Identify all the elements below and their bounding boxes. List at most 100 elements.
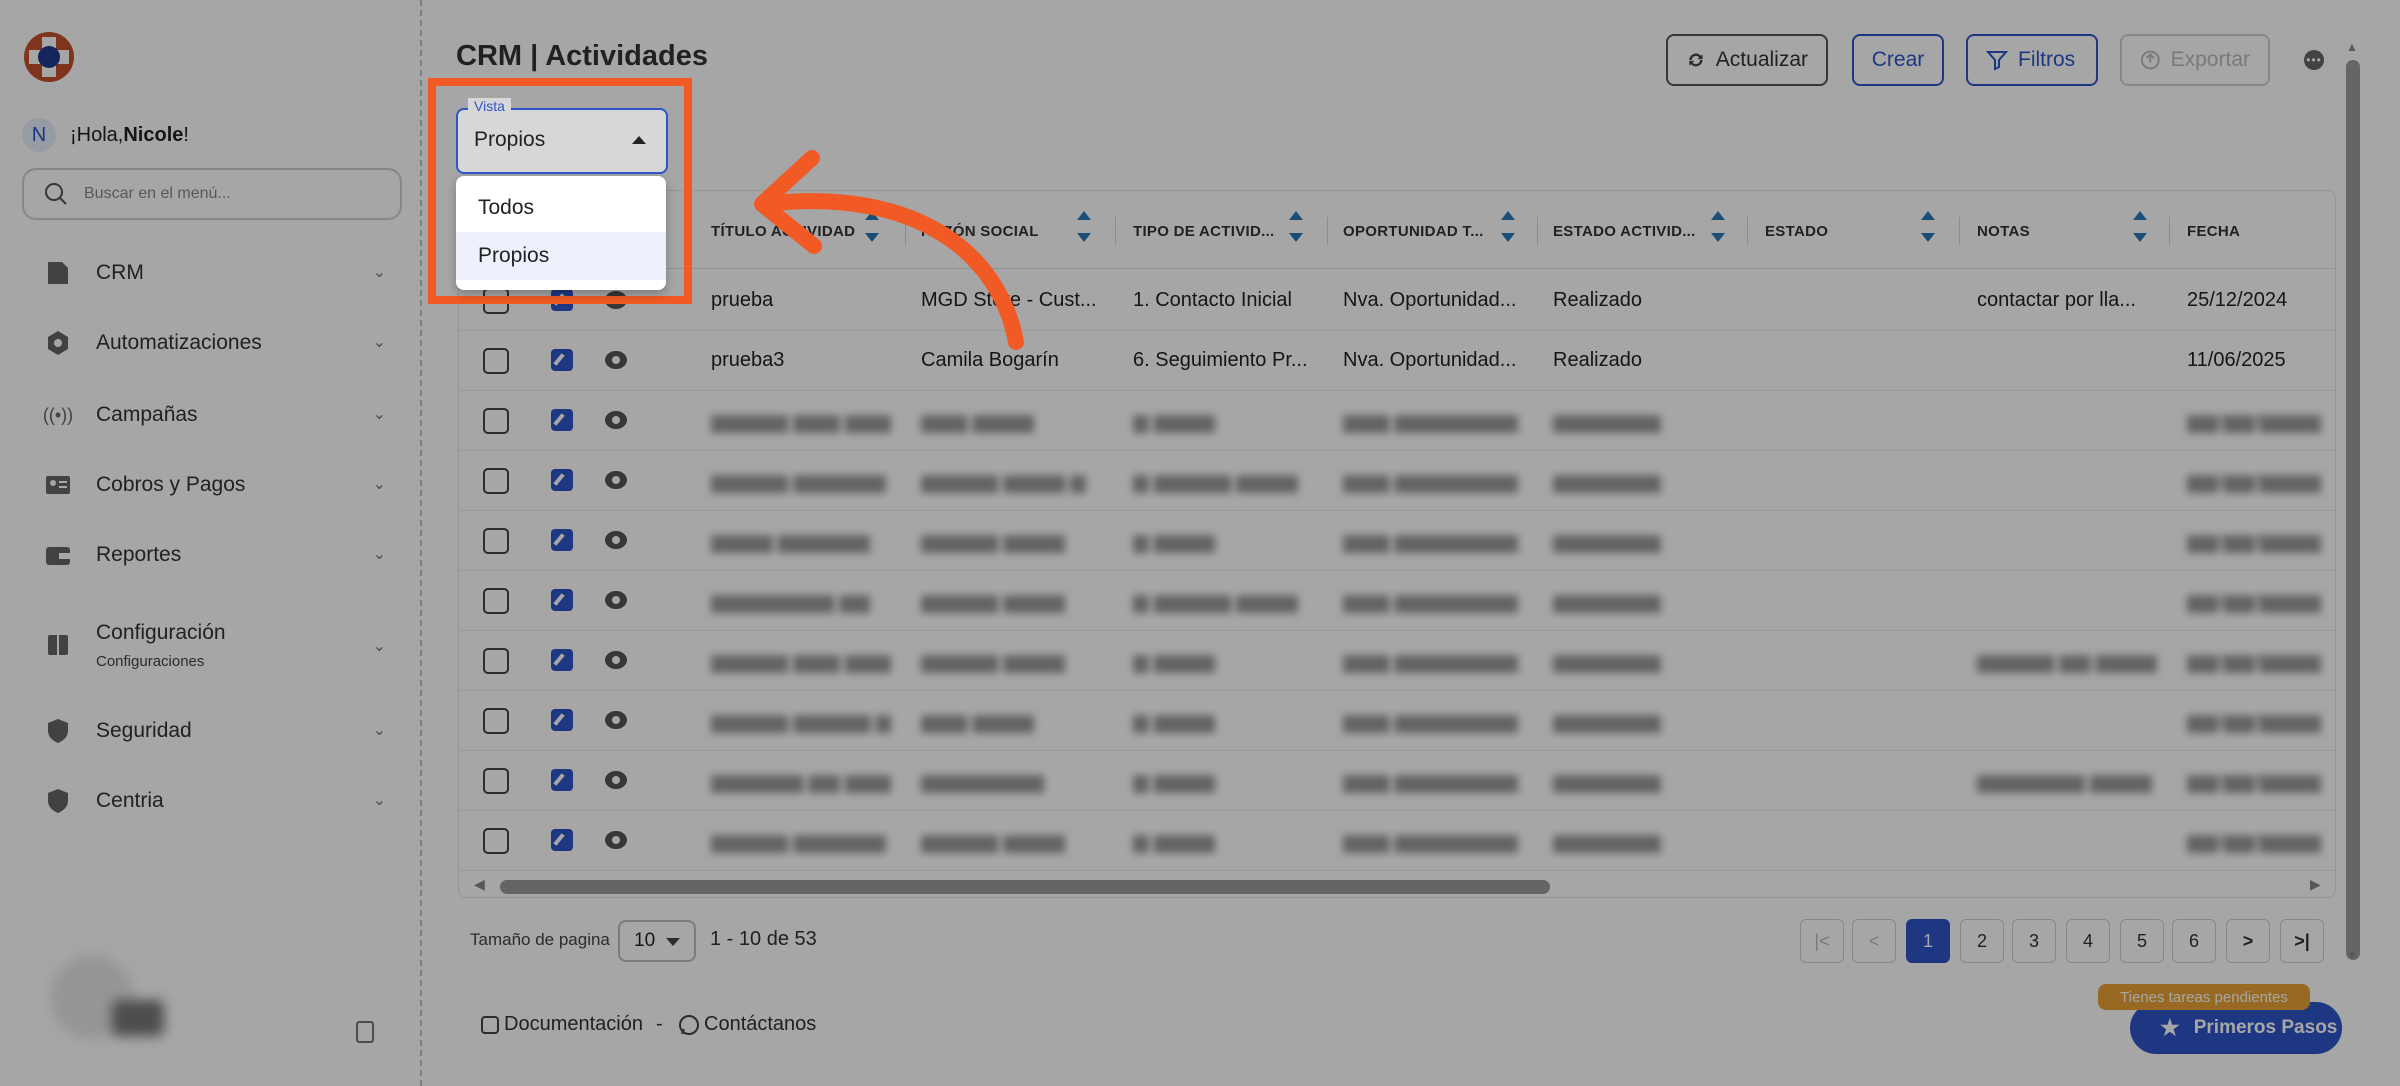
sort-icon[interactable] bbox=[1711, 211, 1725, 251]
edit-icon[interactable] bbox=[551, 589, 573, 611]
column-header-estado[interactable]: ESTADO bbox=[1765, 223, 1828, 240]
row-checkbox[interactable] bbox=[483, 528, 509, 554]
page-size-select[interactable]: 10 bbox=[618, 920, 696, 962]
column-divider[interactable] bbox=[1327, 217, 1328, 245]
row-checkbox[interactable] bbox=[483, 828, 509, 854]
book-icon bbox=[44, 631, 72, 659]
scroll-up-icon[interactable]: ▲ bbox=[2346, 40, 2358, 54]
blurred-cell: ▆▆▆▆▆ ▆▆▆▆▆▆ bbox=[711, 831, 886, 853]
option-propios[interactable]: Propios bbox=[456, 232, 666, 280]
next-page-button[interactable]: > bbox=[2226, 919, 2270, 963]
logout-icon[interactable] bbox=[356, 1021, 374, 1043]
page-button-3[interactable]: 3 bbox=[2012, 919, 2056, 963]
prev-page-button[interactable]: < bbox=[1852, 919, 1896, 963]
docs-link[interactable]: Documentación bbox=[480, 1013, 643, 1036]
column-header-oportunidad[interactable]: OPORTUNIDAD T... bbox=[1343, 223, 1484, 240]
filters-label: Filtros bbox=[2018, 48, 2076, 71]
edit-icon[interactable] bbox=[551, 709, 573, 731]
edit-icon[interactable] bbox=[551, 529, 573, 551]
row-checkbox[interactable] bbox=[483, 648, 509, 674]
sidebar-item-seguridad[interactable]: Seguridad ⌄ bbox=[0, 704, 422, 758]
page-button-6[interactable]: 6 bbox=[2172, 919, 2216, 963]
sort-icon[interactable] bbox=[1501, 211, 1515, 251]
column-header-estado-actividad[interactable]: ESTADO ACTIVID... bbox=[1553, 223, 1696, 240]
view-icon[interactable] bbox=[605, 711, 627, 729]
search-input[interactable]: Buscar en el menú... bbox=[22, 168, 402, 220]
column-header-tipo-actividad[interactable]: TIPO DE ACTIVID... bbox=[1133, 223, 1275, 240]
row-checkbox[interactable] bbox=[483, 768, 509, 794]
sort-icon[interactable] bbox=[1289, 211, 1303, 251]
horizontal-scrollbar[interactable] bbox=[500, 880, 1550, 894]
edit-icon[interactable] bbox=[551, 469, 573, 491]
edit-icon[interactable] bbox=[551, 829, 573, 851]
sidebar-item-campanas[interactable]: ((•)) Campañas ⌄ bbox=[0, 388, 422, 442]
page-button-2[interactable]: 2 bbox=[1960, 919, 2004, 963]
row-checkbox[interactable] bbox=[483, 468, 509, 494]
docs-icon bbox=[481, 1015, 499, 1034]
cell-tipo: 1. Contacto Inicial bbox=[1133, 289, 1292, 311]
table-row-blurred[interactable]: ▆▆▆▆ ▆▆▆▆▆▆ ▆▆▆▆▆ ▆▆▆▆ ▆ ▆▆▆▆ ▆▆▆ ▆▆▆▆▆▆▆▆ ▆… bbox=[459, 511, 2335, 571]
table-row-blurred[interactable]: ▆▆▆▆▆▆ ▆▆ ▆▆▆ ▆▆▆▆▆▆▆▆ ▆ ▆▆▆▆ ▆▆▆ ▆▆▆▆▆▆▆▆ ▆… bbox=[459, 751, 2335, 811]
view-icon[interactable] bbox=[605, 411, 627, 429]
table-row-blurred[interactable]: ▆▆▆▆▆ ▆▆▆ ▆▆▆ ▆▆▆▆▆ ▆▆▆▆ ▆ ▆▆▆▆ ▆▆▆ ▆▆▆▆▆▆▆… bbox=[459, 631, 2335, 691]
sidebar-item-crm[interactable]: CRM ⌄ bbox=[0, 246, 422, 300]
column-header-notas[interactable]: NOTAS bbox=[1977, 223, 2030, 240]
tutorial-arrow-icon bbox=[754, 150, 1024, 350]
edit-icon[interactable] bbox=[551, 409, 573, 431]
last-page-button[interactable]: >| bbox=[2280, 919, 2324, 963]
sidebar-item-sub: Configuraciones bbox=[96, 652, 205, 670]
filters-button[interactable]: Filtros bbox=[1966, 34, 2098, 86]
view-icon[interactable] bbox=[605, 651, 627, 669]
caret-up-icon[interactable] bbox=[632, 136, 646, 144]
column-divider[interactable] bbox=[2169, 217, 2170, 245]
page-size-value: 10 bbox=[634, 930, 656, 951]
column-divider[interactable] bbox=[1537, 217, 1538, 245]
scroll-right-icon[interactable]: ▶ bbox=[2310, 876, 2321, 893]
table-row-blurred[interactable]: ▆▆▆▆▆ ▆▆▆▆▆▆ ▆▆▆▆▆ ▆▆▆▆ ▆ ▆ ▆▆▆▆▆ ▆▆▆▆ ▆▆▆ … bbox=[459, 451, 2335, 511]
more-options-icon[interactable]: ••• bbox=[2304, 50, 2324, 70]
sidebar-item-centria[interactable]: Centria ⌄ bbox=[0, 774, 422, 828]
scroll-down-icon[interactable]: ▼ bbox=[2346, 948, 2358, 962]
refresh-button[interactable]: Actualizar bbox=[1666, 34, 1828, 86]
column-header-fecha[interactable]: FECHA bbox=[2187, 223, 2240, 240]
row-checkbox[interactable] bbox=[483, 348, 509, 374]
sort-icon[interactable] bbox=[2133, 211, 2147, 251]
chevron-down-icon: ⌄ bbox=[372, 546, 386, 563]
blurred-cell: ▆▆▆ ▆▆▆▆▆▆▆▆ bbox=[1343, 471, 1518, 493]
view-icon[interactable] bbox=[605, 351, 627, 369]
column-divider[interactable] bbox=[1747, 217, 1748, 245]
table-row-blurred[interactable]: ▆▆▆▆▆ ▆▆▆▆▆ ▆ ▆▆▆ ▆▆▆▆ ▆ ▆▆▆▆ ▆▆▆ ▆▆▆▆▆▆▆▆ ▆… bbox=[459, 691, 2335, 751]
first-page-button[interactable]: |< bbox=[1800, 919, 1844, 963]
table-row-blurred[interactable]: ▆▆▆▆▆ ▆▆▆▆▆▆ ▆▆▆▆▆ ▆▆▆▆ ▆ ▆▆▆▆ ▆▆▆ ▆▆▆▆▆▆▆▆… bbox=[459, 811, 2335, 871]
edit-icon[interactable] bbox=[551, 349, 573, 371]
row-checkbox[interactable] bbox=[483, 408, 509, 434]
sidebar-item-automatizaciones[interactable]: Automatizaciones ⌄ bbox=[0, 316, 422, 370]
sidebar-item-cobros-pagos[interactable]: Cobros y Pagos ⌄ bbox=[0, 458, 422, 512]
edit-icon[interactable] bbox=[551, 649, 573, 671]
page-button-1[interactable]: 1 bbox=[1906, 919, 1950, 963]
view-icon[interactable] bbox=[605, 591, 627, 609]
row-checkbox[interactable] bbox=[483, 708, 509, 734]
column-divider[interactable] bbox=[1115, 217, 1116, 245]
option-todos[interactable]: Todos bbox=[456, 184, 666, 232]
edit-icon[interactable] bbox=[551, 769, 573, 791]
view-icon[interactable] bbox=[605, 471, 627, 489]
view-icon[interactable] bbox=[605, 831, 627, 849]
scroll-left-icon[interactable]: ◀ bbox=[474, 876, 485, 893]
contact-link[interactable]: Contáctanos bbox=[678, 1013, 816, 1036]
column-divider[interactable] bbox=[1959, 217, 1960, 245]
export-button[interactable]: Exportar bbox=[2120, 34, 2270, 86]
page-button-5[interactable]: 5 bbox=[2120, 919, 2164, 963]
view-icon[interactable] bbox=[605, 771, 627, 789]
sort-icon[interactable] bbox=[1921, 211, 1935, 251]
table-row-blurred[interactable]: ▆▆▆▆▆ ▆▆▆ ▆▆▆ ▆▆▆ ▆▆▆▆ ▆ ▆▆▆▆ ▆▆▆ ▆▆▆▆▆▆▆▆ ▆… bbox=[459, 391, 2335, 451]
sidebar-item-configuracion[interactable]: Configuración Configuraciones ⌄ bbox=[0, 610, 422, 680]
create-button[interactable]: Crear bbox=[1852, 34, 1944, 86]
view-icon[interactable] bbox=[605, 531, 627, 549]
row-checkbox[interactable] bbox=[483, 588, 509, 614]
table-row-blurred[interactable]: ▆▆▆▆▆▆▆▆ ▆▆ ▆▆▆▆▆ ▆▆▆▆ ▆ ▆▆▆▆▆ ▆▆▆▆ ▆▆▆ ▆▆▆… bbox=[459, 571, 2335, 631]
page-button-4[interactable]: 4 bbox=[2066, 919, 2110, 963]
sort-icon[interactable] bbox=[1077, 211, 1091, 251]
sidebar-item-reportes[interactable]: Reportes ⌄ bbox=[0, 528, 422, 582]
vertical-scrollbar[interactable] bbox=[2346, 60, 2360, 960]
